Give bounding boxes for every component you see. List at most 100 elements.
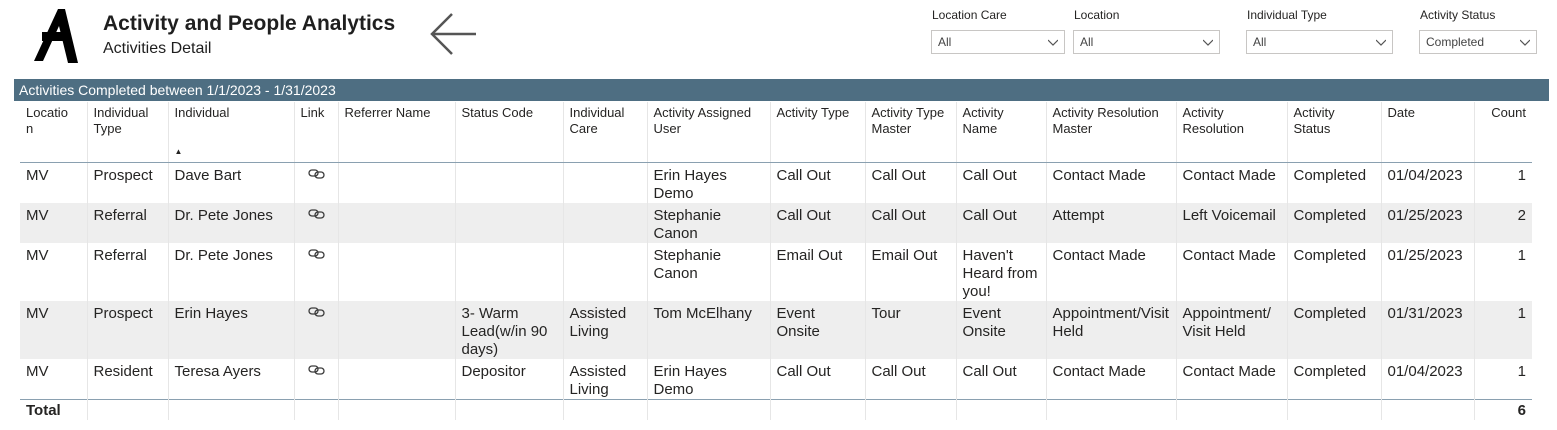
cell-count: 1 — [1473, 300, 1532, 359]
brand-logo — [34, 9, 78, 63]
cell-status-code — [454, 162, 563, 203]
cell-resolution-master: Contact Made — [1045, 358, 1176, 399]
link-icon[interactable] — [307, 247, 326, 261]
col-header-activity-type[interactable]: Activity Type — [769, 102, 865, 163]
col-header-link[interactable]: Link — [293, 102, 338, 163]
header-label: Activity Name — [962, 105, 1004, 136]
col-header-individual-care[interactable]: Individual Care — [562, 102, 647, 163]
activity-status-dropdown[interactable]: Completed — [1419, 30, 1537, 54]
filter-location: Location All — [1073, 6, 1220, 54]
cell-activity-type-master: Call Out — [864, 162, 956, 203]
col-header-status-code[interactable]: Status Code — [454, 102, 563, 163]
cell-date: 01/31/2023 — [1380, 300, 1474, 359]
filter-individual-type: Individual Type All — [1246, 6, 1393, 54]
col-header-activity-type-master[interactable]: Activity Type Master — [864, 102, 956, 163]
cell-individual-type: Referral — [86, 242, 168, 301]
cell-activity-type: Call Out — [769, 202, 865, 243]
cell-activity-name: Call Out — [955, 202, 1046, 243]
col-header-individual[interactable]: Individual ▲ — [167, 102, 294, 163]
cell-link — [293, 162, 338, 203]
table-banner: Activities Completed between 1/1/2023 - … — [14, 79, 1549, 101]
col-header-activity-name[interactable]: Activity Name — [955, 102, 1046, 163]
cell-individual-care: Assisted Living — [562, 300, 647, 359]
cell-individual: Dr. Pete Jones — [167, 202, 294, 243]
cell-activity-type: Email Out — [769, 242, 865, 301]
col-header-activity-resolution-master[interactable]: Activity Resolution Master — [1045, 102, 1176, 163]
back-arrow-icon[interactable] — [428, 10, 480, 60]
cell-individual: Dave Bart — [167, 162, 294, 203]
col-header-activity-assigned-user[interactable]: Activity Assigned User — [646, 102, 770, 163]
cell-date: 01/25/2023 — [1380, 202, 1474, 243]
cell-referrer-name — [337, 202, 455, 243]
cell-activity-type-master: Tour — [864, 300, 956, 359]
filter-value: All — [1253, 35, 1267, 49]
filter-label: Location Care — [932, 8, 1007, 22]
total-empty-cell — [337, 398, 455, 420]
link-icon[interactable] — [307, 167, 326, 181]
total-empty-cell — [1175, 398, 1287, 420]
table-row: MV Prospect Dave Bart Erin Hayes Demo Ca… — [20, 162, 1532, 203]
col-header-count[interactable]: Count — [1473, 102, 1532, 163]
header-label: Activity Type Master — [871, 105, 945, 136]
cell-individual: Teresa Ayers — [167, 358, 294, 399]
cell-individual-care — [562, 242, 647, 301]
cell-activity-status: Completed — [1286, 358, 1381, 399]
cell-individual: Erin Hayes — [167, 300, 294, 359]
header-label: Individual Type — [93, 105, 149, 136]
cell-location: MV — [26, 166, 49, 184]
header-label: Activity Status — [1293, 105, 1335, 136]
cell-link — [293, 300, 338, 359]
cell-location: MV — [26, 362, 49, 380]
cell-referrer-name — [337, 300, 455, 359]
col-header-activity-status[interactable]: Activity Status — [1286, 102, 1381, 163]
cell-location: MV — [20, 202, 87, 243]
header-label: Link — [300, 105, 325, 120]
individual-type-dropdown[interactable]: All — [1246, 30, 1393, 54]
location-care-dropdown[interactable]: All — [931, 30, 1065, 54]
total-empty-cell — [769, 398, 865, 420]
cell-count: 1 — [1473, 358, 1532, 399]
cell-resolution-master: Appointment/Visit Held — [1045, 300, 1176, 359]
cell-count: 2 — [1473, 202, 1532, 243]
cell-resolution: Appointment/ Visit Held — [1175, 300, 1287, 359]
cell-resolution-master: Attempt — [1045, 202, 1176, 243]
total-empty-cell — [1380, 398, 1474, 420]
total-empty-cell — [86, 398, 168, 420]
col-header-individual-type[interactable]: Individual Type — [86, 102, 168, 163]
chevron-down-icon — [1376, 39, 1386, 46]
header-label: Date — [1387, 105, 1415, 120]
header-label: Count — [1491, 105, 1526, 120]
cell-date: 01/04/2023 — [1380, 162, 1474, 203]
col-header-activity-resolution[interactable]: Activity Resolution — [1175, 102, 1287, 163]
total-empty-cell — [167, 398, 294, 420]
filter-label: Individual Type — [1247, 8, 1327, 22]
cell-link — [293, 242, 338, 301]
link-icon[interactable] — [307, 363, 326, 377]
header-label: Activity Type — [776, 105, 850, 120]
cell-individual-type: Prospect — [86, 300, 168, 359]
cell-assigned-user: Erin Hayes Demo — [646, 162, 770, 203]
table-row: MV Referral Dr. Pete Jones Stephanie Can… — [20, 242, 1532, 301]
cell-individual-care — [562, 202, 647, 243]
col-header-date[interactable]: Date — [1380, 102, 1474, 163]
link-icon[interactable] — [307, 305, 326, 319]
cell-date: 01/25/2023 — [1380, 242, 1474, 301]
table-row: MV Referral Dr. Pete Jones Stephanie Can… — [20, 202, 1532, 243]
cell-activity-type: Event Onsite — [769, 300, 865, 359]
link-icon[interactable] — [307, 207, 326, 221]
filter-activity-status: Activity Status Completed — [1419, 6, 1537, 54]
cell-activity-name: Call Out — [955, 162, 1046, 203]
total-empty-cell — [1045, 398, 1176, 420]
location-dropdown[interactable]: All — [1073, 30, 1220, 54]
cell-assigned-user: Stephanie Canon — [646, 202, 770, 243]
col-header-location[interactable]: Locatio n — [20, 102, 87, 163]
cell-individual: Dr. Pete Jones — [167, 242, 294, 301]
total-empty-cell — [955, 398, 1046, 420]
cell-resolution-master: Contact Made — [1045, 242, 1176, 301]
cell-count: 1 — [1473, 162, 1532, 203]
total-row: Total 6 — [20, 398, 1532, 420]
cell-assigned-user: Stephanie Canon — [646, 242, 770, 301]
cell-activity-name: Event Onsite — [955, 300, 1046, 359]
cell-resolution: Contact Made — [1175, 358, 1287, 399]
col-header-referrer-name[interactable]: Referrer Name — [337, 102, 455, 163]
